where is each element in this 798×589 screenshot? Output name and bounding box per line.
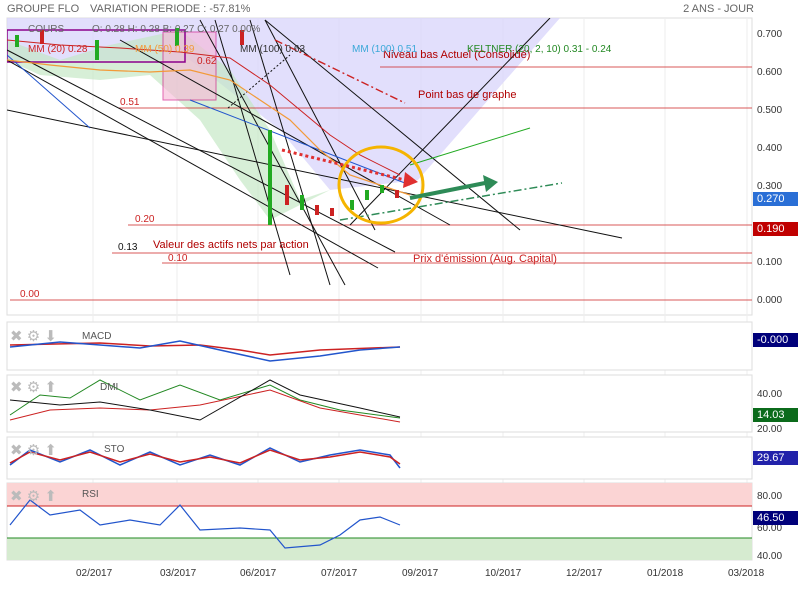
price-axis: 0.700 0.600 0.500 0.400 0.300 0.100 0.00… [757,29,782,306]
legend-mm50: MM (50) 0.39 [135,44,195,55]
level-label-051: 0.51 [120,97,140,108]
macd-badge: -0.000 [753,333,798,347]
svg-text:0.000: 0.000 [757,295,782,306]
svg-text:01/2018: 01/2018 [647,568,684,579]
level-label-010: 0.10 [168,253,188,264]
svg-text:12/2017: 12/2017 [566,568,603,579]
svg-text:0.400: 0.400 [757,143,782,154]
rsi-axis-80: 80.00 [757,491,782,502]
legend-mm100b: MM (100) 0.51 [352,44,417,55]
sto-controls[interactable]: ✖ ⚙ ⬆ [10,441,57,459]
dmi-label: DMI [100,382,118,393]
legend-mm20: MM (20) 0.28 [28,44,88,55]
legend-mm100: MM (100) 0.63 [240,44,305,55]
dmi-axis-40: 40.00 [757,389,782,400]
rsi-overbought-zone [7,483,752,506]
rsi-badge: 46.50 [753,511,798,525]
legend-cours: COURS [28,24,64,35]
svg-text:02/2017: 02/2017 [76,568,113,579]
svg-text:03/2017: 03/2017 [160,568,197,579]
annotation-valeur-actifs: Valeur des actifs nets par action [153,239,309,251]
svg-text:09/2017: 09/2017 [402,568,439,579]
level-label-062: 0.62 [197,56,217,67]
svg-text:03/2018: 03/2018 [728,568,765,579]
svg-text:0.700: 0.700 [757,29,782,40]
svg-text:0.500: 0.500 [757,105,782,116]
svg-text:06/2017: 06/2017 [240,568,277,579]
svg-text:0.600: 0.600 [757,67,782,78]
annotation-point-bas: Point bas de graphe [418,89,516,101]
sto-badge: 29.67 [753,451,798,465]
rsi-controls[interactable]: ✖ ⚙ ⬆ [10,487,57,505]
macd-controls[interactable]: ✖ ⚙ ⬇ [10,327,57,345]
level-label-000: 0.00 [20,289,40,300]
last-price-badge: 0.270 [753,192,798,206]
legend-ohlc: O: 0.28 H: 0.28 B: 0.27 C: 0.27 0.00% [92,24,261,35]
chart-canvas: 0.62 0.51 0.20 0.13 0.10 0.00 Niveau bas… [6,17,782,579]
dmi-badge: 14.03 [753,408,798,422]
rsi-label: RSI [82,489,99,500]
macd-label: MACD [82,331,111,342]
legend-keltner: KELTNER (20, 2, 10) 0.31 - 0.24 [467,44,612,55]
dmi-controls[interactable]: ✖ ⚙ ⬆ [10,378,57,396]
rsi-oversold-zone [7,538,752,560]
annotation-prix-emission: Prix d'émission (Aug. Capital) [413,253,557,265]
svg-text:10/2017: 10/2017 [485,568,522,579]
time-axis: 02/2017 03/2017 06/2017 07/2017 09/2017 … [76,568,765,579]
dmi-axis-20: 20.00 [757,424,782,435]
support-badge: 0.190 [753,222,798,236]
level-label-020: 0.20 [135,214,155,225]
level-label-013: 0.13 [118,242,138,253]
svg-text:07/2017: 07/2017 [321,568,358,579]
svg-text:0.300: 0.300 [757,181,782,192]
rsi-axis-40: 40.00 [757,551,782,562]
sto-label: STO [104,444,125,455]
dmi-panel [6,374,753,433]
svg-text:0.100: 0.100 [757,257,782,268]
